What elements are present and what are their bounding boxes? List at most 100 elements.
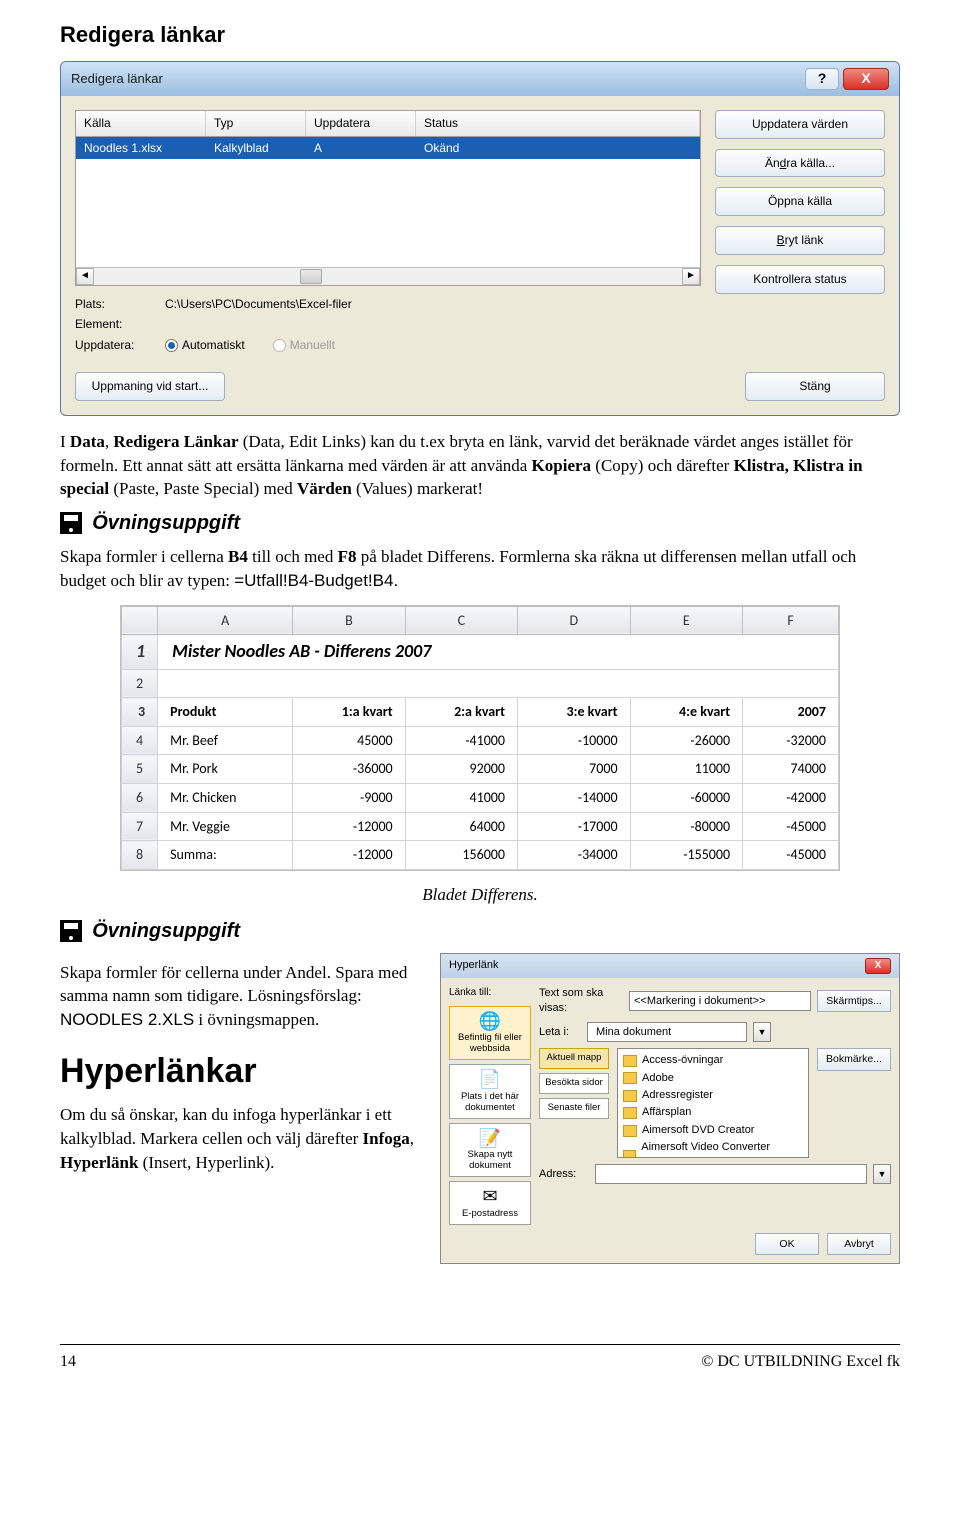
update-values-button[interactable]: Uppdatera värden: [715, 110, 885, 139]
links-list[interactable]: Noodles 1.xlsx Kalkylblad A Okänd ◄ ►: [75, 136, 701, 286]
excel-table-screenshot: A B C D E F 1Mister Noodles AB - Differe…: [120, 605, 840, 871]
dialog-title: Redigera länkar: [71, 70, 801, 88]
startup-prompt-button[interactable]: Uppmaning vid start...: [75, 372, 225, 401]
edit-links-dialog: Redigera länkar ? X Källa Typ Uppdatera …: [60, 61, 900, 416]
col-update[interactable]: Uppdatera: [306, 111, 416, 136]
radio-auto-label: Automatiskt: [182, 337, 245, 354]
folder-icon: [623, 1055, 637, 1067]
folder-icon: [623, 1150, 636, 1159]
titlebar: Redigera länkar ? X: [61, 62, 899, 96]
hl-screentip-button[interactable]: Skärmtips...: [817, 990, 891, 1013]
folder-icon: [623, 1072, 637, 1084]
cell-type: Kalkylblad: [206, 137, 306, 160]
cell-update: A: [306, 137, 416, 160]
list-item[interactable]: Aimersoft Video Converter Ultimate: [621, 1139, 805, 1158]
hl-linkto-label: Länka till:: [449, 986, 531, 1000]
hl-lookin-combo[interactable]: Mina dokument: [587, 1022, 747, 1042]
paragraph-edit-links: I Data, Redigera Länkar (Data, Edit Link…: [60, 430, 900, 501]
table-row: 7Mr. Veggie-1200064000-17000-80000-45000: [122, 812, 839, 841]
page-number: 14: [60, 1351, 76, 1373]
hl-side-existing[interactable]: 🌐Befintlig fil eller webbsida: [449, 1006, 531, 1061]
hl-close-button[interactable]: X: [865, 958, 891, 974]
cell-source: Noodles 1.xlsx: [76, 137, 206, 160]
heading-edit-links: Redigera länkar: [60, 20, 900, 51]
scroll-right-icon[interactable]: ►: [682, 268, 700, 285]
col-A: A: [158, 606, 293, 635]
close-dialog-button[interactable]: Stäng: [745, 372, 885, 401]
save-icon: [60, 512, 82, 534]
table-row: 6Mr. Chicken-900041000-14000-60000-42000: [122, 783, 839, 812]
radio-manual-label: Manuellt: [290, 337, 335, 354]
hl-cancel-button[interactable]: Avbryt: [827, 1233, 891, 1256]
col-source[interactable]: Källa: [76, 111, 206, 136]
exercise1-text: Skapa formler i cellerna B4 till och med…: [60, 545, 900, 593]
hl-address-label: Adress:: [539, 1167, 589, 1182]
col-F: F: [743, 606, 839, 635]
hl-text-input[interactable]: <<Markering i dokument>>: [629, 991, 811, 1011]
list-item[interactable]: Adobe: [621, 1070, 805, 1087]
hl-side-place[interactable]: 📄Plats i det här dokumentet: [449, 1064, 531, 1119]
hyperlink-dialog: Hyperlänk X Länka till: 🌐Befintlig fil e…: [440, 953, 900, 1265]
folder-icon: [623, 1125, 637, 1137]
break-link-button[interactable]: Bryt länk: [715, 226, 885, 255]
radio-manual: Manuellt: [273, 337, 335, 354]
change-source-button[interactable]: Ändra källa...: [715, 149, 885, 178]
hl-file-list[interactable]: Access-övningarAdobeAdressregisterAffärs…: [617, 1048, 809, 1158]
hl-tab-current[interactable]: Aktuell mapp: [539, 1048, 609, 1069]
list-item[interactable]: Access-övningar: [621, 1052, 805, 1069]
table-row: 5Mr. Pork-360009200070001100074000: [122, 755, 839, 784]
radio-auto[interactable]: Automatiskt: [165, 337, 245, 354]
close-button[interactable]: X: [843, 68, 889, 90]
value-plats: C:\Users\PC\Documents\Excel-filer: [165, 296, 352, 313]
hl-address-input[interactable]: [595, 1164, 867, 1184]
hl-tab-browsed[interactable]: Besökta sidor: [539, 1073, 609, 1094]
list-item[interactable]: Affärsplan: [621, 1104, 805, 1121]
list-item[interactable]: Aimersoft DVD Creator: [621, 1122, 805, 1139]
hyperlink-paragraph: Om du så önskar, kan du infoga hyperlänk…: [60, 1103, 420, 1174]
col-type[interactable]: Typ: [206, 111, 306, 136]
save-icon: [60, 920, 82, 942]
col-B: B: [293, 606, 405, 635]
label-element: Element:: [75, 316, 155, 333]
figure-caption: Bladet Differens.: [60, 883, 900, 907]
footer-right: © DC UTBILDNING Excel fk: [701, 1351, 900, 1373]
exercise-heading: Övningsuppgift: [92, 917, 240, 945]
scroll-thumb[interactable]: [300, 269, 322, 284]
list-item[interactable]: Adressregister: [621, 1087, 805, 1104]
exercise2-text: Skapa formler för cellerna under Andel. …: [60, 961, 420, 1032]
chevron-down-icon[interactable]: ▼: [753, 1022, 771, 1042]
hl-text-label: Text som ska visas:: [539, 986, 623, 1017]
cell-status: Okänd: [416, 137, 700, 160]
help-button[interactable]: ?: [805, 68, 839, 90]
hl-lookin-label: Leta i:: [539, 1025, 581, 1040]
label-update: Uppdatera:: [75, 337, 155, 354]
hl-bookmark-button[interactable]: Bokmärke...: [817, 1048, 891, 1071]
chevron-down-icon[interactable]: ▼: [873, 1164, 891, 1184]
page-footer: 14 © DC UTBILDNING Excel fk: [60, 1344, 900, 1373]
col-D: D: [517, 606, 630, 635]
col-E: E: [630, 606, 743, 635]
hl-tab-recent[interactable]: Senaste filer: [539, 1098, 609, 1119]
col-C: C: [405, 606, 517, 635]
hl-title: Hyperlänk: [449, 958, 865, 973]
hl-side-email[interactable]: ✉E-postadress: [449, 1181, 531, 1225]
horizontal-scrollbar[interactable]: ◄ ►: [76, 267, 700, 285]
heading-hyperlinks: Hyperlänkar: [60, 1048, 420, 1096]
links-list-header: Källa Typ Uppdatera Status: [75, 110, 701, 136]
corner-cell: [122, 606, 158, 635]
label-plats: Plats:: [75, 296, 155, 313]
table-title: Mister Noodles AB - Differens 2007: [158, 635, 839, 669]
folder-icon: [623, 1090, 637, 1102]
exercise-heading: Övningsuppgift: [92, 509, 240, 537]
open-source-button[interactable]: Öppna källa: [715, 187, 885, 216]
col-status[interactable]: Status: [416, 111, 700, 136]
folder-icon: [623, 1107, 637, 1119]
check-status-button[interactable]: Kontrollera status: [715, 265, 885, 294]
list-row[interactable]: Noodles 1.xlsx Kalkylblad A Okänd: [76, 137, 700, 160]
hl-side-new[interactable]: 📝Skapa nytt dokument: [449, 1123, 531, 1178]
hl-titlebar: Hyperlänk X: [441, 954, 899, 978]
hl-ok-button[interactable]: OK: [755, 1233, 819, 1256]
table-row: 8Summa:-12000156000-34000-155000-45000: [122, 841, 839, 870]
scroll-left-icon[interactable]: ◄: [76, 268, 94, 285]
table-row: 4Mr. Beef45000-41000-10000-26000-32000: [122, 726, 839, 755]
